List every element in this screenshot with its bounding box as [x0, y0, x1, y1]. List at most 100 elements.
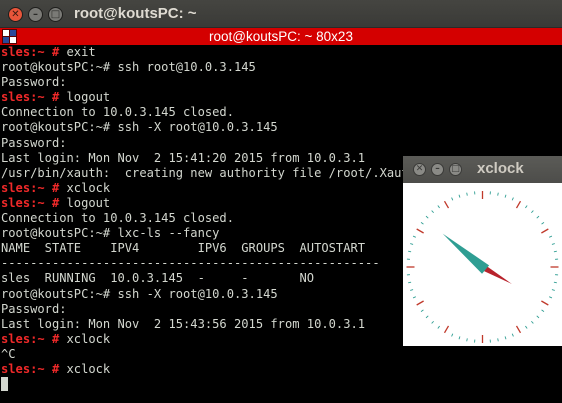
window-title: xclock [477, 160, 524, 177]
minute-tick [408, 281, 412, 284]
shell-prompt: sles:~ # [1, 331, 67, 346]
minute-tick [531, 320, 534, 324]
minute-tick [412, 235, 416, 238]
hour-tick [416, 228, 424, 234]
terminal-line: root@koutsPC:~# ssh root@10.0.3.145 [1, 60, 561, 75]
minute-tick [541, 309, 545, 313]
minute-tick [451, 197, 454, 201]
minute-tick [458, 336, 461, 340]
terminal-line: Password: [1, 75, 561, 90]
hour-tick [443, 325, 450, 334]
line-text: ^C [1, 346, 16, 361]
terminal-titlebar[interactable]: ✕ – □ root@koutsPC: ~ [0, 0, 562, 28]
minute-tick [408, 250, 412, 253]
minute-tick [425, 215, 429, 219]
line-text: ----------------------------------------… [1, 256, 380, 271]
minute-tick [536, 315, 540, 319]
minute-tick [497, 192, 499, 196]
minute-tick [437, 205, 440, 209]
minute-tick [412, 296, 416, 299]
line-text: xclock [66, 180, 111, 195]
minute-tick [525, 325, 528, 329]
hour-tick [416, 300, 424, 306]
hour-tick [541, 228, 549, 234]
minute-tick [504, 194, 507, 198]
minute-tick [466, 338, 468, 342]
shell-prompt: sles:~ # [1, 195, 67, 210]
terminal-line: Password: [1, 136, 561, 151]
line-text: Last login: Mon Nov 2 15:43:56 2015 from… [1, 316, 366, 331]
minute-tick [551, 243, 555, 245]
minimize-button[interactable]: – [28, 7, 43, 22]
minute-tick [553, 250, 557, 253]
minute-tick [410, 289, 414, 291]
line-text: logout [66, 195, 111, 210]
line-text: Connection to 10.0.3.145 closed. [1, 105, 234, 120]
line-text: root@koutsPC:~# ssh -X root@10.0.3.145 [1, 286, 278, 301]
terminal-line: sles:~ # exit [1, 45, 561, 60]
minute-tick [437, 325, 440, 329]
line-text: root@koutsPC:~# lxc-ls --fancy [1, 226, 220, 241]
line-text: root@koutsPC:~# ssh root@10.0.3.145 [1, 60, 256, 75]
line-text: xclock [66, 361, 111, 376]
minute-tick [549, 235, 553, 238]
hour-hand [442, 233, 490, 274]
line-text: /usr/bin/xauth: creating new authority f… [1, 165, 453, 180]
window-title: root@koutsPC: ~ [74, 5, 197, 22]
minute-tick [431, 320, 434, 324]
minute-tick [451, 333, 454, 337]
close-button[interactable]: ✕ [8, 7, 23, 22]
hour-tick [541, 300, 549, 306]
maximize-button[interactable]: □ [449, 163, 462, 176]
clock-dial [406, 191, 559, 343]
minute-tick [531, 210, 534, 214]
shell-prompt: sles:~ # [1, 90, 67, 105]
line-text: Password: [1, 75, 67, 90]
minute-tick [551, 289, 555, 291]
terminal-tab-bar: root@koutsPC: ~ 80x23 [0, 28, 562, 45]
terminal-line: sles:~ # xclock [1, 362, 561, 377]
line-text: exit [66, 45, 96, 59]
hour-tick [443, 200, 450, 209]
line-text: Password: [1, 301, 67, 316]
minute-tick [497, 338, 499, 342]
terminal-line: ^C [1, 347, 561, 362]
minute-tick [420, 221, 424, 225]
minute-tick [511, 333, 514, 337]
line-text: Connection to 10.0.3.145 closed. [1, 211, 234, 226]
xclock-titlebar[interactable]: ✕ – □ xclock [403, 156, 562, 183]
close-button[interactable]: ✕ [413, 163, 426, 176]
line-text: sles RUNNING 10.0.3.145 - - NO [1, 271, 315, 286]
cursor-line [1, 377, 561, 392]
minute-tick [466, 192, 468, 196]
minute-tick [504, 336, 507, 340]
minute-tick [410, 243, 414, 245]
minute-tick [425, 315, 429, 319]
xclock-window[interactable]: ✕ – □ xclock [403, 156, 562, 346]
line-text: logout [66, 90, 111, 105]
line-text: Password: [1, 135, 67, 150]
hour-tick [515, 325, 522, 334]
minute-tick [420, 309, 424, 313]
maximize-button[interactable]: □ [48, 7, 63, 22]
hour-tick [515, 200, 522, 209]
line-text: root@koutsPC:~# ssh -X root@10.0.3.145 [1, 120, 278, 135]
minute-tick [431, 210, 434, 214]
terminal-line: sles:~ # logout [1, 90, 561, 105]
minimize-button[interactable]: – [431, 163, 444, 176]
terminal-line: Connection to 10.0.3.145 closed. [1, 105, 561, 120]
minute-tick [511, 197, 514, 201]
clock-face [403, 183, 562, 346]
minute-tick [549, 296, 553, 299]
shell-prompt: sles:~ # [1, 180, 67, 195]
minute-tick [553, 281, 557, 284]
shell-prompt: sles:~ # [1, 45, 67, 59]
line-text: Last login: Mon Nov 2 15:41:20 2015 from… [1, 150, 366, 165]
text-cursor [1, 377, 8, 392]
minute-tick [525, 205, 528, 209]
minute-tick [541, 221, 545, 225]
minute-tick [458, 194, 461, 198]
line-text: xclock [66, 331, 111, 346]
terminal-line: root@koutsPC:~# ssh -X root@10.0.3.145 [1, 120, 561, 135]
minute-tick [536, 215, 540, 219]
